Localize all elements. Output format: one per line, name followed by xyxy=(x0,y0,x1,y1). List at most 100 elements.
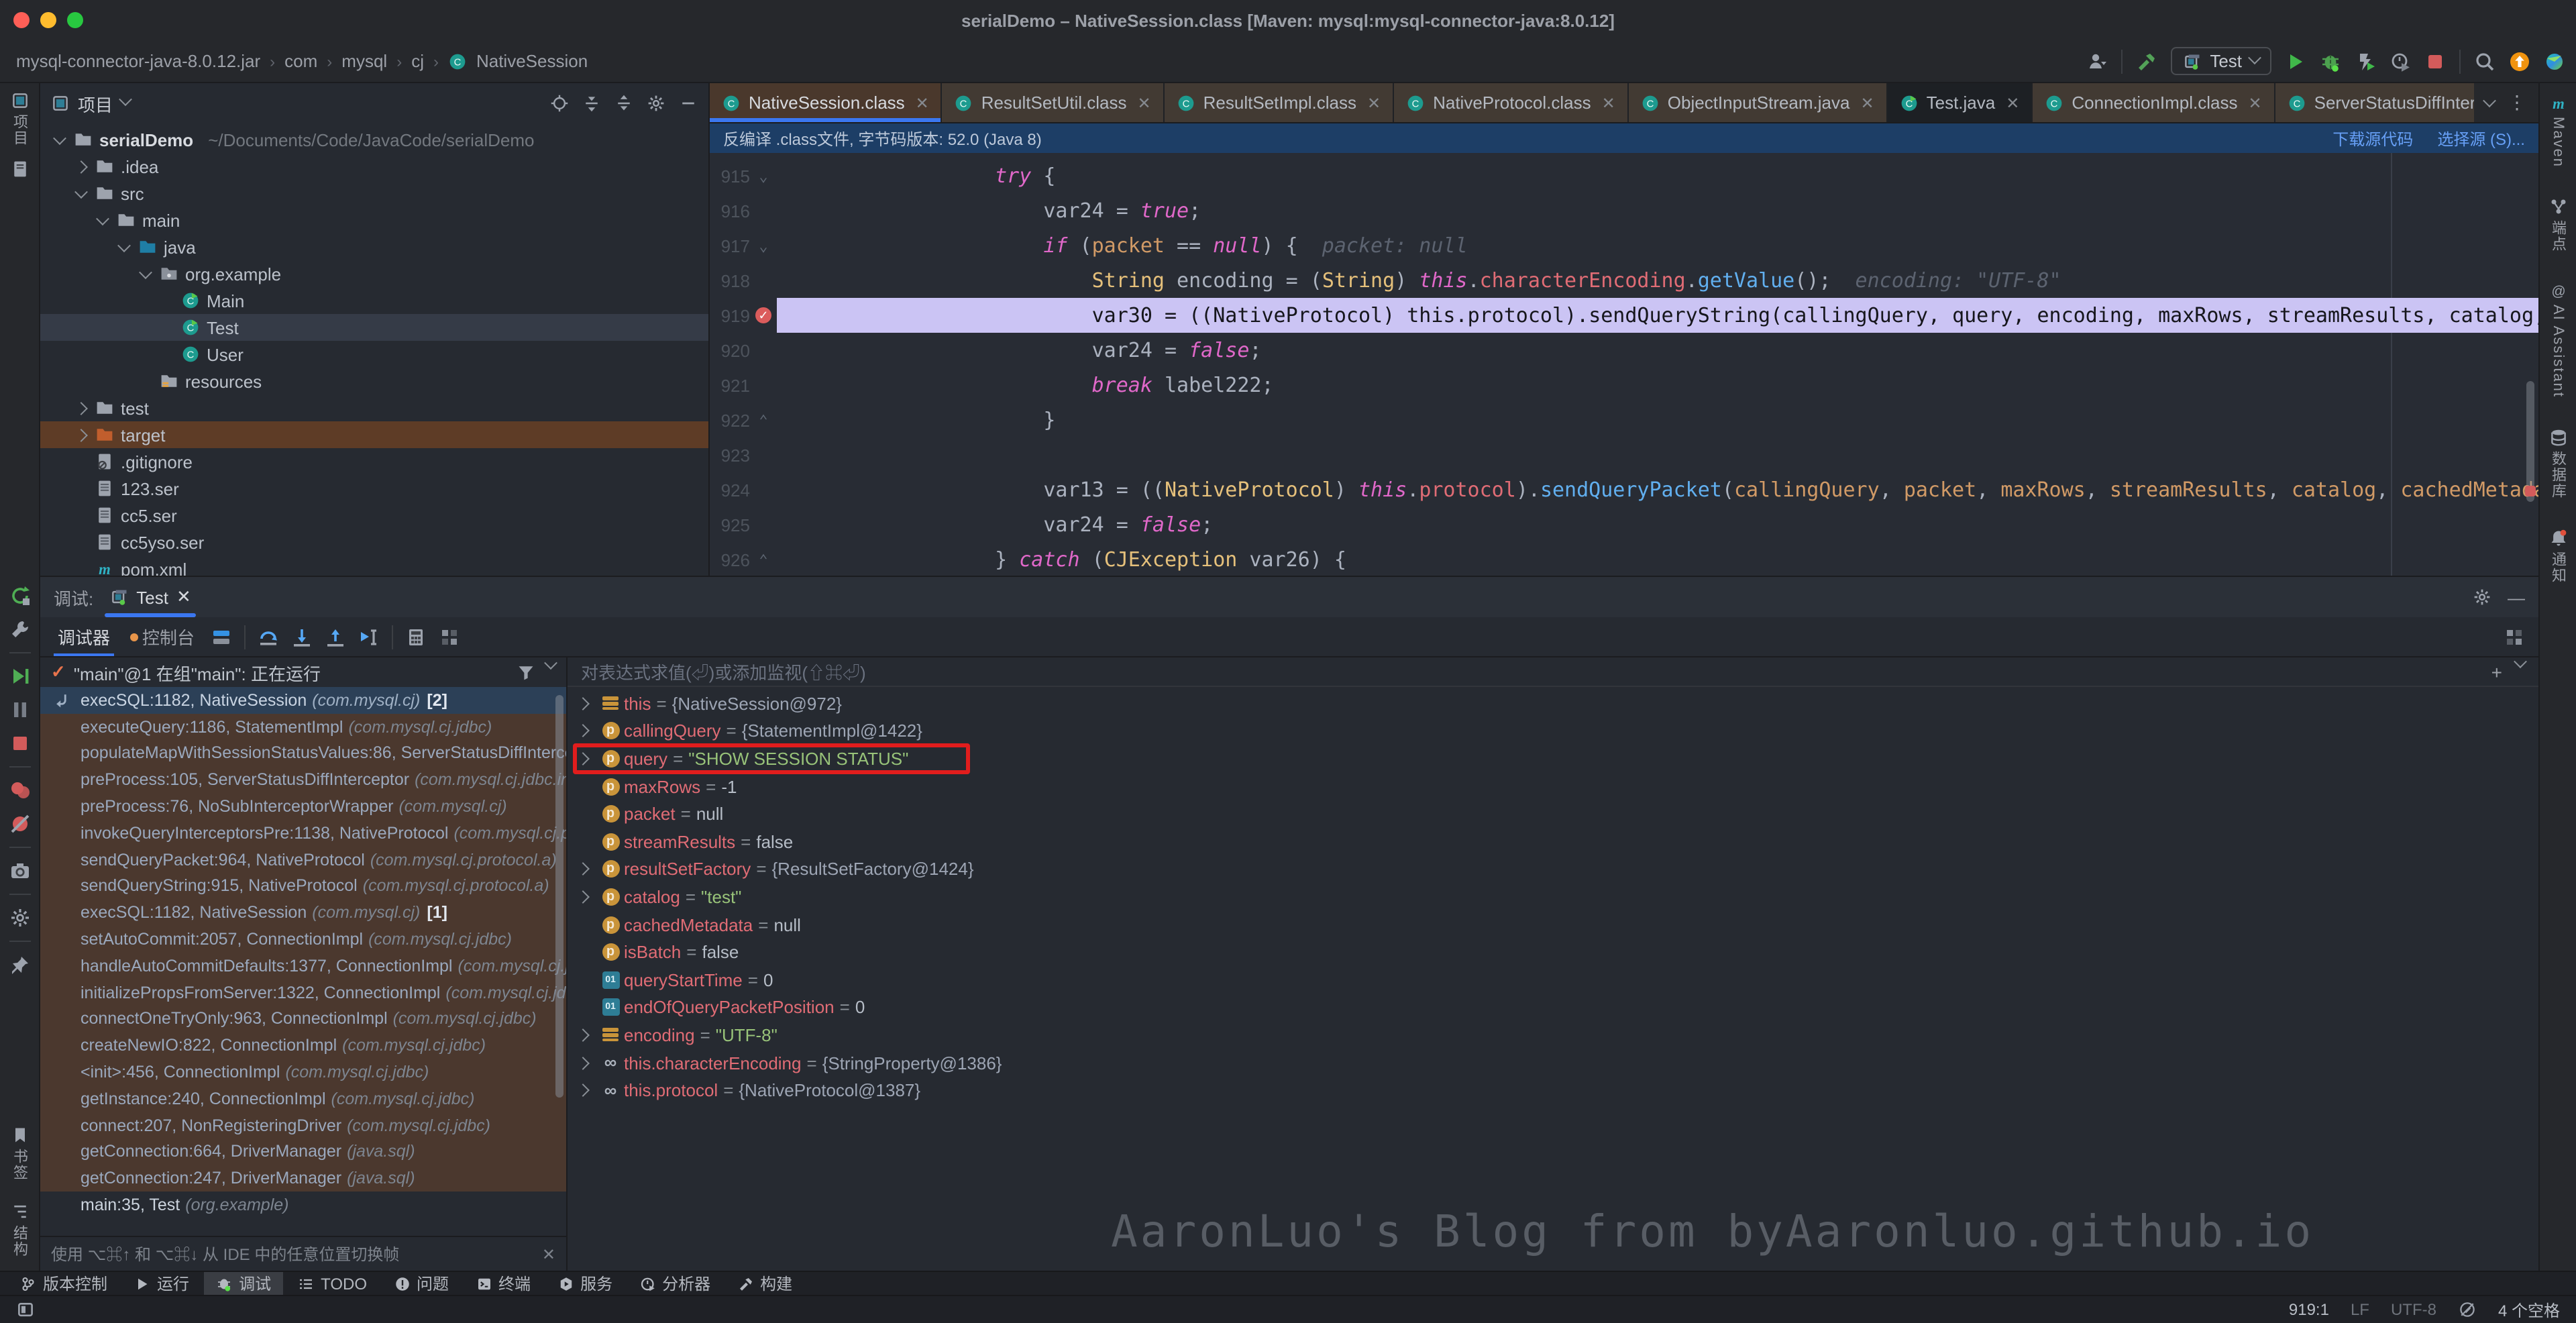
update-icon[interactable] xyxy=(2509,50,2530,72)
expand-all-icon[interactable] xyxy=(582,94,601,113)
user-menu-icon[interactable] xyxy=(2086,50,2108,72)
sidebar-item-bookmarks[interactable]: 书签 xyxy=(9,1126,30,1181)
add-watch-icon[interactable]: + xyxy=(2491,661,2502,682)
stack-frame-row[interactable]: connect:207, NonRegisteringDriver (com.m… xyxy=(40,1112,566,1139)
editor-tab-connectionimpl-class[interactable]: CConnectionImpl.class✕ xyxy=(2033,83,2275,122)
run-icon[interactable] xyxy=(2285,50,2306,72)
line-separator-indicator[interactable]: LF xyxy=(2351,1300,2369,1319)
maximize-window-button[interactable] xyxy=(67,12,83,28)
tree-item-java[interactable]: java xyxy=(40,233,708,260)
close-icon[interactable]: ✕ xyxy=(916,93,929,112)
chevron-right-icon[interactable] xyxy=(576,863,589,876)
stop-icon[interactable] xyxy=(2424,50,2446,72)
variable-row-maxRows[interactable]: pmaxRows=-1 xyxy=(568,773,2538,800)
stack-frame-row[interactable]: setAutoCommit:2057, ConnectionImpl (com.… xyxy=(40,926,566,953)
minimize-window-button[interactable] xyxy=(40,12,56,28)
thread-selector[interactable]: ✓ "main"@1 在组"main": 正在运行 xyxy=(40,657,566,687)
chevron-right-icon[interactable] xyxy=(74,428,87,441)
chevron-down-icon[interactable] xyxy=(119,93,132,106)
chevron-right-icon[interactable] xyxy=(576,697,589,710)
toolwindow-button--[interactable]: 问题 xyxy=(382,1272,461,1295)
editor-tab-serverstatusdiffinterceptor-class[interactable]: CServerStatusDiffInterceptor.class✕ xyxy=(2275,83,2474,122)
fold-marker-icon[interactable]: ⌄ xyxy=(754,167,773,184)
chevron-right-icon[interactable] xyxy=(576,890,589,904)
coverage-run-icon[interactable] xyxy=(2355,50,2376,72)
run-to-cursor-button[interactable] xyxy=(358,626,380,647)
variable-row-endOfQueryPacketPosition[interactable]: 01endOfQueryPacketPosition=0 xyxy=(568,994,2538,1021)
gutter[interactable]: 915⌄ xyxy=(710,158,777,193)
tree-item-org-example[interactable]: org.example xyxy=(40,260,708,287)
gutter[interactable]: 918 xyxy=(710,263,777,298)
editor-tab-test-java[interactable]: CTest.java✕ xyxy=(1888,83,2033,122)
breadcrumb-item[interactable]: mysql-connector-java-8.0.12.jar xyxy=(16,51,260,71)
variable-row-callingQuery[interactable]: pcallingQuery={StatementImpl@1422} xyxy=(568,717,2538,745)
variable-row-resultSetFactory[interactable]: presultSetFactory={ResultSetFactory@1424… xyxy=(568,855,2538,883)
tree-item-test[interactable]: CTest xyxy=(40,314,708,341)
toolwindow-button--[interactable]: 运行 xyxy=(122,1272,201,1295)
tab-options-kebab-icon[interactable]: ⋮ xyxy=(2508,91,2528,114)
chevron-right-icon[interactable] xyxy=(576,1083,589,1097)
tree-item--gitignore[interactable]: .gitignore xyxy=(40,448,708,475)
tree-item-user[interactable]: CUser xyxy=(40,341,708,368)
mute-breakpoints-button[interactable] xyxy=(9,813,30,835)
code-line-926[interactable]: 926⌃ } catch (CJException var26) { xyxy=(710,542,2538,576)
sidebar-item-structure[interactable]: 结构 xyxy=(9,1202,30,1257)
gutter[interactable]: 922⌃ xyxy=(710,403,777,437)
sidebar-item--[interactable]: 数据库 xyxy=(2547,427,2569,498)
stack-frame-row[interactable]: connectOneTryOnly:963, ConnectionImpl (c… xyxy=(40,1006,566,1033)
chevron-right-icon[interactable] xyxy=(576,725,589,738)
sidebar-item-project[interactable]: 项目 xyxy=(9,91,30,146)
ide-sphere-icon[interactable] xyxy=(2544,50,2565,72)
frames-scrollbar[interactable] xyxy=(555,695,564,1098)
stack-frame-row[interactable]: getConnection:664, DriverManager (java.s… xyxy=(40,1139,566,1165)
fold-marker-icon[interactable]: ⌃ xyxy=(754,411,773,429)
tool-window-toggle-icon[interactable] xyxy=(16,1300,35,1319)
stack-frame-row[interactable]: initializePropsFromServer:1322, Connecti… xyxy=(40,980,566,1006)
tree-item-src[interactable]: src xyxy=(40,180,708,207)
code-line-924[interactable]: 924 var13 = ((NativeProtocol) this.proto… xyxy=(710,472,2538,507)
pin-icon[interactable] xyxy=(9,954,30,975)
sidebar-item-ai-assistant[interactable]: @AI Assistant xyxy=(2548,282,2567,398)
tree-item-serialdemo[interactable]: serialDemo~/Documents/Code/JavaCode/seri… xyxy=(40,126,708,153)
tree-item-123-ser[interactable]: 123.ser xyxy=(40,475,708,502)
gutter[interactable]: 925 xyxy=(710,507,777,542)
filter-funnel-icon[interactable] xyxy=(517,663,535,682)
gutter[interactable]: 919✓ xyxy=(710,298,777,333)
gutter[interactable]: 917⌄ xyxy=(710,228,777,263)
project-panel-title[interactable]: 项目 xyxy=(78,91,113,116)
stack-frame-row[interactable]: main:35, Test (org.example) xyxy=(40,1192,566,1218)
gear-icon[interactable] xyxy=(2473,587,2491,606)
tree-item-resources[interactable]: resources xyxy=(40,368,708,394)
toolwindow-button--[interactable]: 版本控制 xyxy=(8,1272,119,1295)
close-icon[interactable]: ✕ xyxy=(2249,93,2262,112)
gutter[interactable]: 916 xyxy=(710,193,777,228)
close-icon[interactable]: ✕ xyxy=(1138,93,1151,112)
variable-row-this-protocol[interactable]: ∞this.protocol={NativeProtocol@1387} xyxy=(568,1077,2538,1104)
code-line-923[interactable]: 923 xyxy=(710,437,2538,472)
toolwindow-button-todo[interactable]: TODO xyxy=(286,1272,379,1295)
pause-button[interactable] xyxy=(9,699,30,721)
close-icon[interactable]: ✕ xyxy=(176,586,191,608)
debug-icon[interactable] xyxy=(2320,50,2341,72)
editor-tab-nativeprotocol-class[interactable]: CNativeProtocol.class✕ xyxy=(1394,83,1629,122)
stack-frame-row[interactable]: execSQL:1182, NativeSession (com.mysql.c… xyxy=(40,900,566,927)
editor-tab-nativesession-class[interactable]: CNativeSession.class✕ xyxy=(710,83,943,122)
code-editor[interactable]: 915⌄ try {916 var24 = true;917⌄ if (pack… xyxy=(710,153,2538,576)
tree-item-cc5yso-ser[interactable]: cc5yso.ser xyxy=(40,529,708,555)
indent-indicator[interactable]: 4 个空格 xyxy=(2498,1298,2560,1321)
variable-row-cachedMetadata[interactable]: pcachedMetadata=null xyxy=(568,911,2538,939)
code-line-921[interactable]: 921 break label222; xyxy=(710,368,2538,403)
gutter[interactable]: 921 xyxy=(710,368,777,403)
step-into-button[interactable] xyxy=(291,626,313,647)
gutter[interactable]: 924 xyxy=(710,472,777,507)
step-over-button[interactable] xyxy=(258,626,279,647)
stack-frame-row[interactable]: preProcess:105, ServerStatusDiffIntercep… xyxy=(40,767,566,794)
chevron-down-icon[interactable] xyxy=(138,265,152,278)
variable-row-queryStartTime[interactable]: 01queryStartTime=0 xyxy=(568,966,2538,994)
variable-row-query[interactable]: pquery="SHOW SESSION STATUS" xyxy=(568,745,2538,772)
stack-frame-row[interactable]: getInstance:240, ConnectionImpl (com.mys… xyxy=(40,1086,566,1112)
toolwindow-button--[interactable]: 调试 xyxy=(204,1272,283,1295)
fold-marker-icon[interactable]: ⌃ xyxy=(754,551,773,568)
evaluate-expression-input[interactable]: 对表达式求值(⏎)或添加监视(⇧⌘⏎) + xyxy=(568,657,2538,687)
stack-frame-row[interactable]: handleAutoCommitDefaults:1377, Connectio… xyxy=(40,953,566,980)
